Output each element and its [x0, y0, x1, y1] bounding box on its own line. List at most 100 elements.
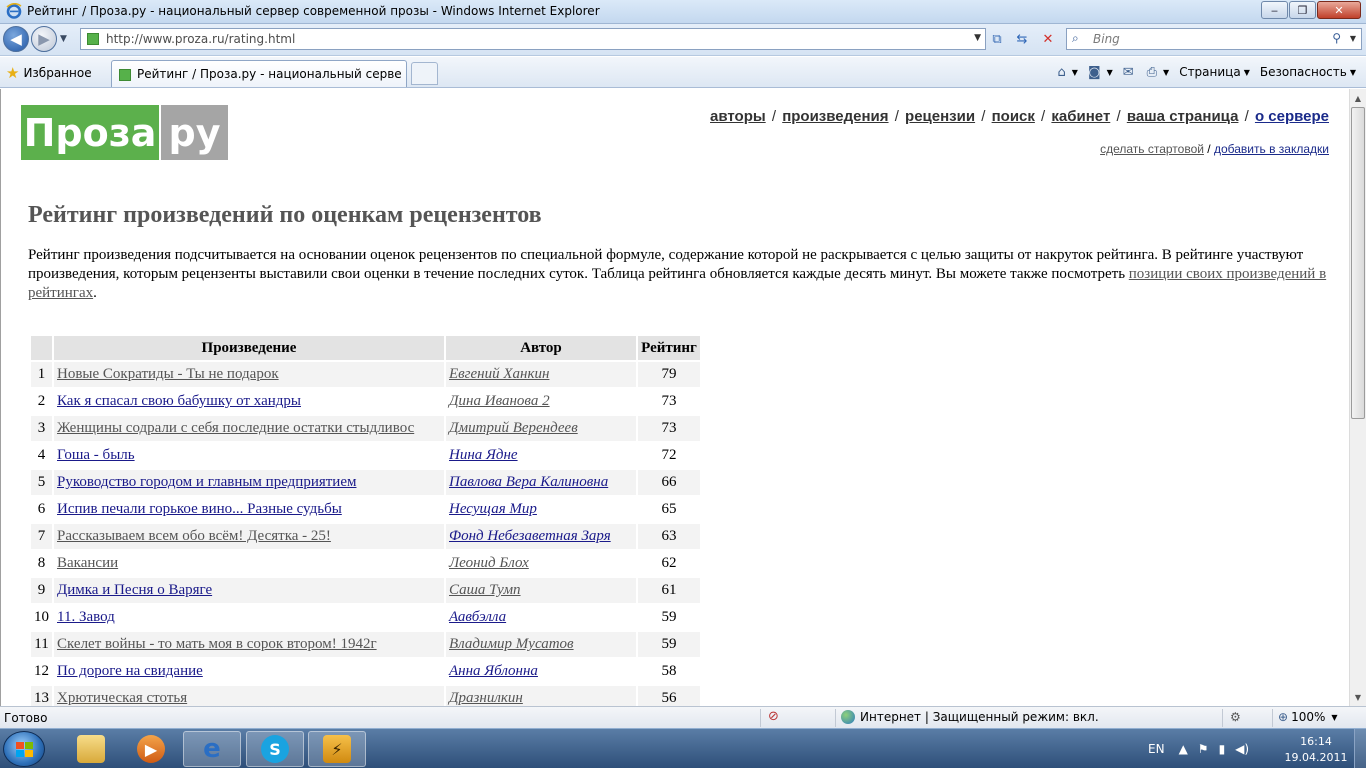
- author-link[interactable]: Нина Ядне: [449, 447, 518, 463]
- author-link[interactable]: Несущая Мир: [449, 501, 537, 517]
- system-clock[interactable]: 16:14 19.04.2011: [1281, 734, 1351, 766]
- address-url: http://www.proza.ru/rating.html: [106, 32, 296, 46]
- add-bookmark-link[interactable]: добавить в закладки: [1214, 142, 1329, 156]
- action-center-flag-icon[interactable]: ⚑: [1198, 742, 1209, 756]
- protected-mode-icon[interactable]: ⚙: [1230, 710, 1241, 724]
- work-link[interactable]: 11. Завод: [57, 609, 115, 625]
- scrollbar-thumb[interactable]: [1351, 107, 1365, 419]
- feeds-button[interactable]: ◙ ▼: [1088, 65, 1113, 80]
- author-link[interactable]: Саша Тумп: [449, 582, 521, 598]
- nav-search-link[interactable]: поиск: [992, 108, 1035, 125]
- zoom-control[interactable]: ⊕ 100% ▼: [1278, 710, 1338, 724]
- safety-menu-button[interactable]: Безопасность ▼: [1260, 65, 1356, 79]
- make-home-link[interactable]: сделать стартовой: [1100, 142, 1204, 156]
- author-link[interactable]: Дина Иванова 2: [449, 393, 550, 409]
- maximize-button[interactable]: ❐: [1289, 1, 1316, 19]
- vertical-scrollbar[interactable]: ▲ ▼: [1349, 89, 1366, 706]
- author-link[interactable]: Дразнилкин: [449, 690, 523, 706]
- author-link[interactable]: Аавбэлла: [449, 609, 506, 625]
- author-link[interactable]: Дмитрий Верендеев: [449, 420, 578, 436]
- taskbar-explorer[interactable]: [62, 731, 120, 767]
- author-link[interactable]: Леонид Блох: [449, 555, 529, 571]
- nav-cabinet-link[interactable]: кабинет: [1051, 108, 1110, 125]
- author-link[interactable]: Фонд Небезаветная Заря: [449, 528, 611, 544]
- work-link[interactable]: Испив печали горькое вино... Разные судь…: [57, 501, 342, 517]
- show-desktop-button[interactable]: [1354, 729, 1366, 768]
- start-button[interactable]: [3, 731, 45, 767]
- row-author-cell: Дразнилкин: [446, 686, 636, 706]
- work-link[interactable]: Женщины содрали с себя последние остатки…: [57, 420, 414, 436]
- minimize-icon: ‒: [1271, 3, 1278, 17]
- show-hidden-icons-icon[interactable]: ▲: [1179, 742, 1188, 756]
- favorites-button[interactable]: ★ Избранное: [6, 64, 92, 82]
- work-link[interactable]: По дороге на свидание: [57, 663, 203, 679]
- work-link[interactable]: Гоша - быль: [57, 447, 135, 463]
- author-link[interactable]: Павлова Вера Калиновна: [449, 474, 608, 490]
- search-dropdown-icon[interactable]: ▼: [1350, 34, 1356, 43]
- search-box[interactable]: ⌕ Bing ⚲ ▼: [1066, 28, 1362, 50]
- scroll-down-icon[interactable]: ▼: [1350, 689, 1366, 705]
- network-signal-icon[interactable]: ▮: [1219, 742, 1226, 756]
- site-logo[interactable]: Проза ру: [21, 105, 228, 160]
- tab-label: Рейтинг / Проза.ру - национальный сервер…: [137, 67, 402, 81]
- address-dropdown-icon[interactable]: ▼: [974, 33, 981, 43]
- new-tab-button[interactable]: [411, 62, 438, 85]
- table-row: 10 11. Завод Аавбэлла 59: [31, 605, 700, 630]
- author-link[interactable]: Владимир Мусатов: [449, 636, 574, 652]
- work-link[interactable]: Рассказываем всем обо всём! Десятка - 25…: [57, 528, 331, 544]
- author-link[interactable]: Евгений Ханкин: [449, 366, 549, 382]
- home-button[interactable]: ⌂ ▼: [1058, 65, 1078, 80]
- nav-about-link[interactable]: о сервере: [1255, 108, 1329, 125]
- forward-button[interactable]: ▶: [31, 26, 57, 52]
- row-author-cell: Дина Иванова 2: [446, 389, 636, 414]
- stop-button[interactable]: ✕: [1037, 29, 1059, 49]
- address-field[interactable]: http://www.proza.ru/rating.html ▼: [80, 28, 986, 50]
- intro-paragraph: Рейтинг произведения подсчитывается на о…: [28, 246, 1328, 303]
- work-link[interactable]: Димка и Песня о Варяге: [57, 582, 212, 598]
- work-link[interactable]: Как я спасал свою бабушку от хандры: [57, 393, 301, 409]
- taskbar-skype[interactable]: S: [246, 731, 304, 767]
- work-link[interactable]: Хрютическая стотья: [57, 690, 187, 706]
- taskbar-internet-explorer[interactable]: e: [183, 731, 241, 767]
- back-button[interactable]: ◀: [3, 26, 29, 52]
- windows-logo-icon: [16, 742, 34, 758]
- search-icon[interactable]: ⚲: [1332, 31, 1341, 45]
- table-row: 2 Как я спасал свою бабушку от хандры Дина…: [31, 389, 700, 414]
- taskbar-media-player[interactable]: ▶: [122, 731, 180, 767]
- work-link[interactable]: Скелет войны - то мать моя в сорок второ…: [57, 636, 377, 652]
- row-work-cell: Руководство городом и главным предприяти…: [54, 470, 444, 495]
- work-link[interactable]: Новые Сократиды - Ты не подарок: [57, 366, 279, 382]
- author-link[interactable]: Анна Яблонна: [449, 663, 538, 679]
- page-menu-button[interactable]: Страница ▼: [1179, 65, 1250, 79]
- work-link[interactable]: Руководство городом и главным предприяти…: [57, 474, 356, 490]
- tab-rating[interactable]: Рейтинг / Проза.ру - национальный сервер…: [111, 60, 407, 87]
- row-work-cell: Вакансии: [54, 551, 444, 576]
- popup-blocker-icon[interactable]: ⊘: [768, 709, 779, 724]
- table-row: 12 По дороге на свидание Анна Яблонна 58: [31, 659, 700, 684]
- recent-pages-dropdown[interactable]: ▼: [60, 34, 67, 44]
- nav-reviews-link[interactable]: рецензии: [905, 108, 975, 125]
- print-button[interactable]: ⎙ ▼: [1147, 65, 1170, 80]
- row-author-cell: Нина Ядне: [446, 443, 636, 468]
- nav-your-page-link[interactable]: ваша страница: [1127, 108, 1239, 125]
- arrow-right-icon: ▶: [38, 30, 50, 48]
- nav-works-link[interactable]: произведения: [782, 108, 888, 125]
- table-row: 7 Рассказываем всем обо всём! Десятка - 2…: [31, 524, 700, 549]
- read-mail-button[interactable]: ✉: [1123, 65, 1137, 80]
- volume-icon[interactable]: ◀): [1235, 742, 1249, 756]
- page-viewport: Проза ру авторы / произведения / рецензи…: [0, 89, 1349, 706]
- work-link[interactable]: Вакансии: [57, 555, 118, 571]
- minimize-button[interactable]: ‒: [1261, 1, 1288, 19]
- compatibility-view-button[interactable]: ⧉: [986, 29, 1008, 49]
- close-window-button[interactable]: ✕: [1317, 1, 1361, 19]
- clock-time: 16:14: [1300, 735, 1332, 748]
- row-work-cell: Женщины содрали с себя последние остатки…: [54, 416, 444, 441]
- refresh-button[interactable]: ⇆: [1011, 29, 1033, 49]
- taskbar-winamp[interactable]: ⚡: [308, 731, 366, 767]
- search-input[interactable]: Bing: [1093, 32, 1120, 46]
- security-zone[interactable]: Интернет | Защищенный режим: вкл.: [841, 710, 1099, 724]
- scroll-up-icon[interactable]: ▲: [1350, 90, 1366, 106]
- nav-authors-link[interactable]: авторы: [710, 108, 766, 125]
- header-rating: Рейтинг: [638, 336, 700, 360]
- language-indicator[interactable]: EN: [1148, 742, 1165, 756]
